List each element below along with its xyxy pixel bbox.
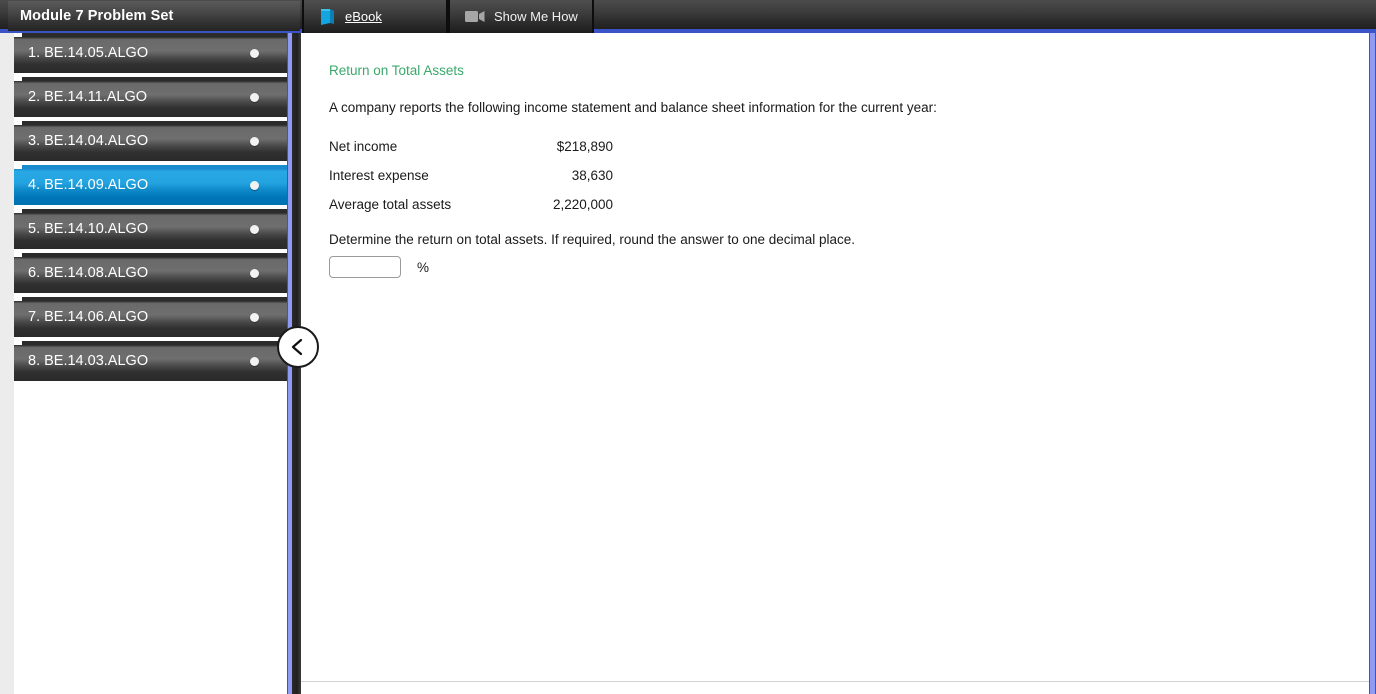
sidebar-item-3[interactable]: 3. BE.14.04.ALGO	[14, 121, 300, 161]
problem-intro-text: A company reports the following income s…	[329, 100, 937, 115]
sidebar-item-label: 4. BE.14.09.ALGO	[28, 177, 149, 193]
fact-label: Net income	[329, 139, 398, 154]
answer-row: %	[329, 256, 1339, 278]
sidebar-item-7[interactable]: 7. BE.14.06.ALGO	[14, 297, 300, 337]
sidebar-item-label: 1. BE.14.05.ALGO	[28, 45, 149, 61]
tab-ebook[interactable]: eBook	[302, 0, 448, 33]
sidebar-item-label: 3. BE.14.04.ALGO	[28, 133, 149, 149]
book-icon	[319, 8, 336, 26]
sidebar-item-label: 2. BE.14.11.ALGO	[28, 89, 148, 105]
chevron-left-icon	[291, 338, 303, 356]
sidebar-item-status-dot	[250, 225, 259, 234]
problem-navigation-sidebar: 1. BE.14.05.ALGO 2. BE.14.11.ALGO 3. BE.14…	[14, 33, 300, 694]
sidebar-item-status-dot	[250, 49, 259, 58]
fact-value: 38,630	[571, 168, 613, 183]
problem-body: Return on Total Assets A company reports…	[329, 63, 1339, 278]
fact-value: 2,220,000	[552, 197, 613, 212]
application-window: Module 7 Problem Set eBook Show Me How 1…	[0, 0, 1376, 694]
sidebar-item-status-dot	[250, 137, 259, 146]
fact-label: Average total assets	[329, 197, 452, 212]
sidebar-item-6[interactable]: 6. BE.14.08.ALGO	[14, 253, 300, 293]
sidebar-item-status-dot	[250, 357, 259, 366]
module-title: Module 7 Problem Set	[8, 1, 300, 31]
sidebar-item-4[interactable]: 4. BE.14.09.ALGO	[14, 165, 300, 205]
financial-facts-table: Net income $218,890 Interest expense 38,630…	[329, 132, 613, 219]
sidebar-item-label: 7. BE.14.06.ALGO	[28, 309, 149, 325]
sidebar-item-label: 5. BE.14.10.ALGO	[28, 221, 149, 237]
problem-heading: Return on Total Assets	[329, 63, 464, 78]
tab-show-me-how[interactable]: Show Me How	[448, 0, 594, 33]
sidebar-item-status-dot	[250, 181, 259, 190]
sidebar-item-5[interactable]: 5. BE.14.10.ALGO	[14, 209, 300, 249]
problem-list: 1. BE.14.05.ALGO 2. BE.14.11.ALGO 3. BE.14…	[14, 33, 300, 385]
answer-input[interactable]	[329, 256, 401, 278]
table-row: Interest expense 38,630	[329, 161, 613, 190]
table-row: Average total assets 2,220,000	[329, 190, 613, 219]
fact-label: Interest expense	[329, 168, 429, 183]
problem-question-text: Determine the return on total assets. If…	[329, 232, 856, 247]
sidebar-item-8[interactable]: 8. BE.14.03.ALGO	[14, 341, 300, 381]
sidebar-item-status-dot	[250, 269, 259, 278]
content-bottom-divider	[301, 681, 1369, 682]
video-camera-icon	[465, 10, 485, 23]
tab-show-me-how-label: Show Me How	[494, 9, 578, 24]
sidebar-item-status-dot	[250, 93, 259, 102]
fact-value: $218,890	[556, 139, 613, 154]
sidebar-item-status-dot	[250, 313, 259, 322]
content-vertical-scrollbar[interactable]	[1369, 33, 1376, 694]
sidebar-item-2[interactable]: 2. BE.14.11.ALGO	[14, 77, 300, 117]
sidebar-item-label: 8. BE.14.03.ALGO	[28, 353, 149, 369]
answer-unit-label: %	[417, 259, 430, 275]
table-row: Net income $218,890	[329, 132, 613, 161]
page-left-gutter	[0, 0, 14, 694]
sidebar-item-1[interactable]: 1. BE.14.05.ALGO	[14, 33, 300, 73]
tab-ebook-label: eBook	[345, 9, 382, 24]
problem-content-pane: Return on Total Assets A company reports…	[301, 33, 1369, 694]
sidebar-item-label: 6. BE.14.08.ALGO	[28, 265, 149, 281]
sidebar-collapse-button[interactable]	[277, 326, 319, 368]
